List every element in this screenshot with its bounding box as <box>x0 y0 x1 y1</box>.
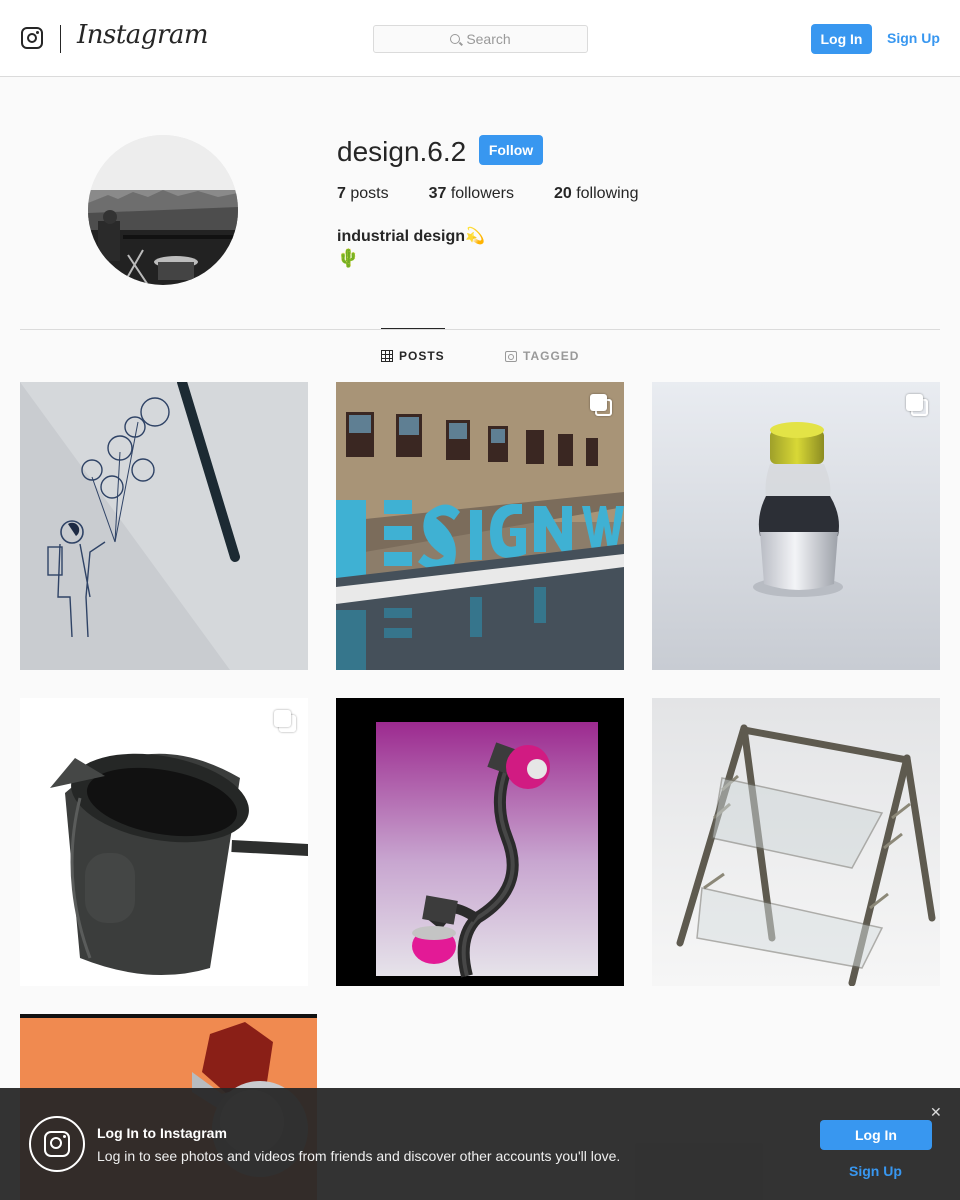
post-tile[interactable] <box>336 382 624 670</box>
post-image-design-week <box>336 382 624 670</box>
tag-icon <box>505 350 517 362</box>
multiple-photos-icon <box>906 394 928 416</box>
banner-title: Log In to Instagram <box>97 1125 227 1141</box>
follow-button[interactable]: Follow <box>479 135 543 165</box>
post-tile[interactable] <box>652 382 940 670</box>
post-image-bottle-render <box>652 382 940 670</box>
tab-tagged[interactable]: TAGGED <box>505 349 579 363</box>
profile-bio-text: 🌵 <box>337 248 360 268</box>
post-tile[interactable] <box>20 382 308 670</box>
post-tile[interactable] <box>652 698 940 986</box>
banner-description: Log in to see photos and videos from fri… <box>97 1148 621 1164</box>
post-image-rack-render <box>652 698 940 986</box>
post-tile[interactable] <box>20 698 308 986</box>
search-icon <box>450 34 461 44</box>
multiple-photos-icon <box>274 710 296 732</box>
post-image-lamp-render <box>336 698 624 986</box>
search-input[interactable]: Search <box>373 25 588 53</box>
instagram-camera-icon[interactable] <box>21 27 43 49</box>
active-tab-indicator <box>381 328 445 329</box>
instagram-logo-icon <box>29 1116 85 1172</box>
tab-posts[interactable]: POSTS <box>381 349 445 363</box>
followers-label: followers <box>446 185 514 202</box>
followers-stat[interactable]: 37 followers <box>429 185 514 203</box>
brand-divider <box>60 25 61 53</box>
search-placeholder: Search <box>466 31 511 47</box>
profile-stats: 7 posts 37 followers 20 following <box>337 185 638 203</box>
profile-avatar <box>88 135 238 285</box>
post-image-astronaut-sketch <box>20 382 308 670</box>
following-count: 20 <box>553 185 572 202</box>
close-icon[interactable]: ✕ <box>930 1104 942 1121</box>
following-stat[interactable]: 20 following <box>554 185 639 203</box>
multiple-photos-icon <box>590 394 612 416</box>
profile-bio-name: industrial design💫 <box>337 228 485 245</box>
profile-username: design.6.2 <box>337 136 467 167</box>
posts-label: posts <box>345 185 389 202</box>
top-navigation-bar: Instagram Search Log In Sign Up <box>0 0 960 77</box>
signup-link[interactable]: Sign Up <box>887 30 940 46</box>
posts-count-stat: 7 posts <box>337 185 389 203</box>
posts-count: 7 <box>337 185 346 202</box>
grid-icon <box>381 350 393 362</box>
banner-signup-link[interactable]: Sign Up <box>849 1163 902 1179</box>
tabs-divider <box>20 329 940 330</box>
tab-tagged-label: TAGGED <box>523 349 580 363</box>
post-image-pitcher-render <box>20 698 308 986</box>
following-label: following <box>571 185 639 202</box>
followers-count: 37 <box>428 185 447 202</box>
tab-posts-label: POSTS <box>399 349 445 363</box>
instagram-wordmark-logo[interactable]: Instagram <box>77 20 209 50</box>
login-prompt-banner: Log In to Instagram Log in to see photos… <box>0 1088 960 1200</box>
login-button[interactable]: Log In <box>811 24 872 54</box>
banner-login-button[interactable]: Log In <box>820 1120 932 1150</box>
post-tile[interactable] <box>336 698 624 986</box>
